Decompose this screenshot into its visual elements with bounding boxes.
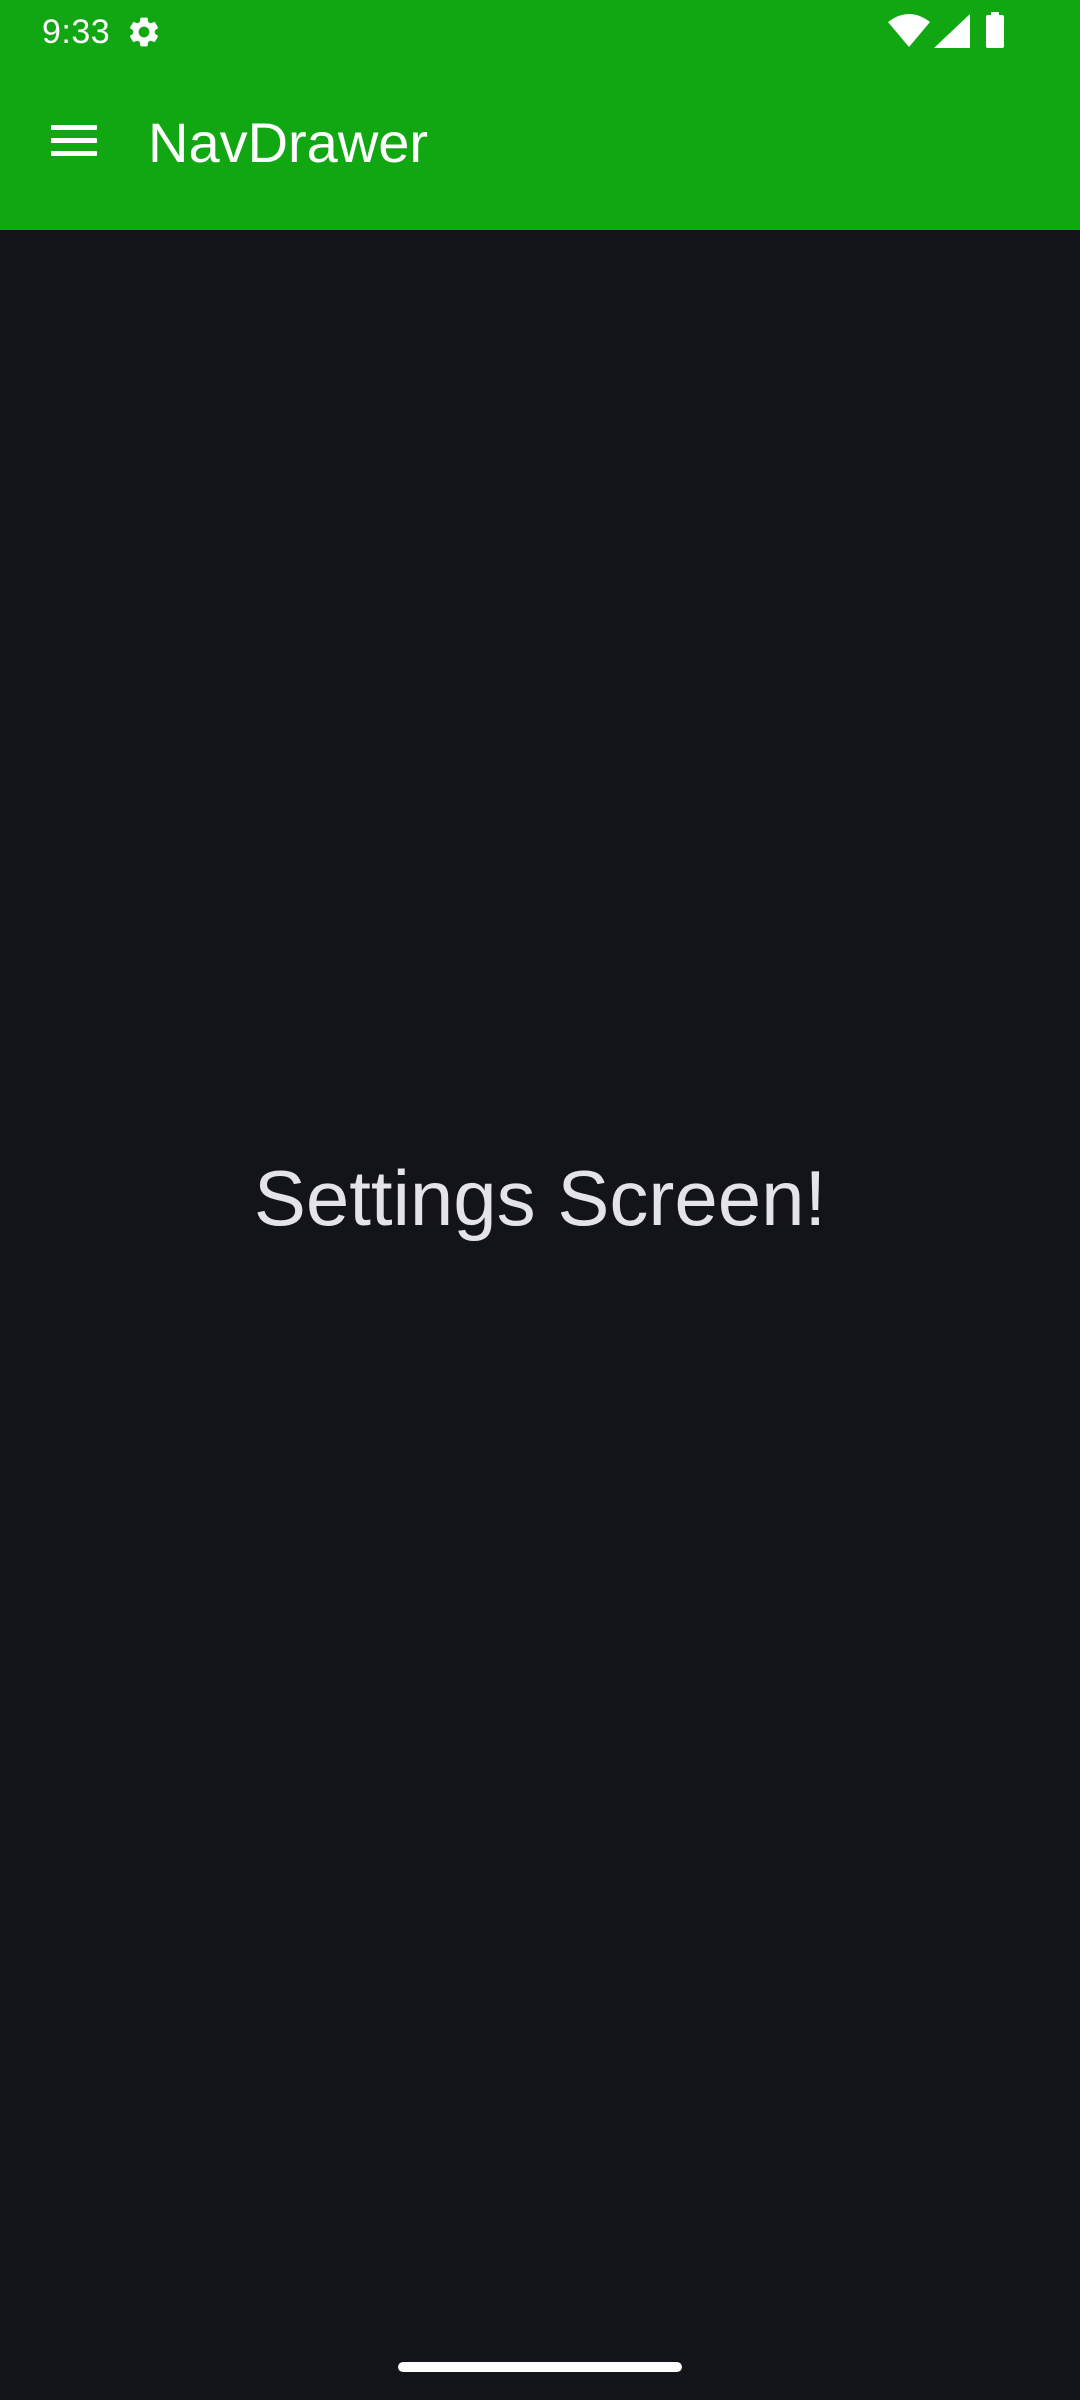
main-content: Settings Screen!: [0, 230, 1080, 2400]
gear-icon: [126, 14, 162, 50]
signal-icon: [934, 14, 970, 48]
wifi-icon: [888, 14, 930, 48]
screen-message: Settings Screen!: [253, 1154, 827, 1242]
battery-icon: [986, 12, 1004, 48]
gesture-navigation-bar[interactable]: [398, 2362, 682, 2372]
status-bar: 9:33: [0, 0, 1080, 64]
app-bar: NavDrawer: [0, 64, 1080, 230]
hamburger-menu-icon: [49, 121, 99, 164]
status-time: 9:33: [42, 13, 111, 51]
page-title: NavDrawer: [148, 111, 429, 174]
menu-button[interactable]: [36, 104, 112, 180]
